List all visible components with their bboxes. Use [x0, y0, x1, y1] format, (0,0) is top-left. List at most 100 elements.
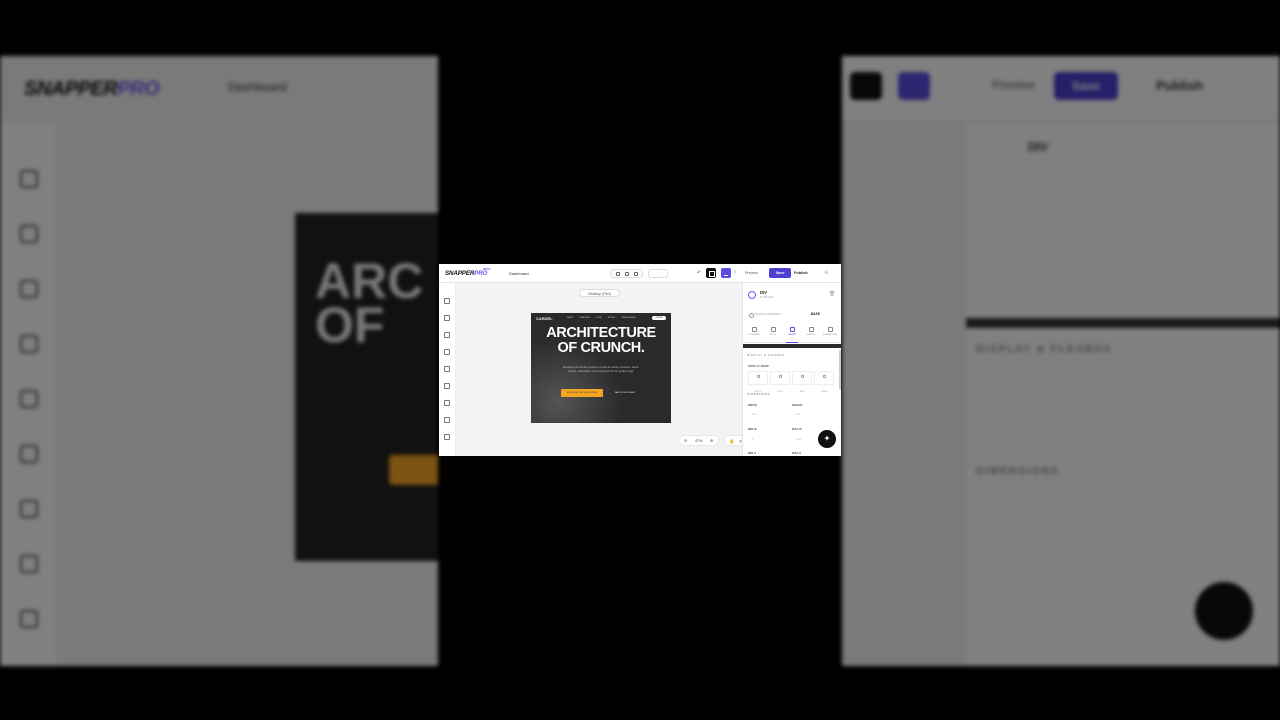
settings-icon	[20, 610, 38, 628]
max-w-label: MAX W	[792, 427, 802, 431]
app-logo[interactable]: SNAPPERPRO BETA	[445, 267, 491, 277]
backdrop-section-dimensions: DIMENSIONS	[976, 466, 1060, 477]
text-icon[interactable]	[444, 332, 450, 338]
tab-interactions[interactable]: INTERACTIONS	[822, 323, 838, 343]
upload-icon	[20, 500, 38, 518]
layout-icon[interactable]	[444, 298, 450, 304]
cube-icon[interactable]	[444, 383, 450, 389]
desktop-icon[interactable]	[616, 272, 620, 276]
hand-icon[interactable]: ✋	[729, 436, 735, 447]
shapes-icon[interactable]	[444, 366, 450, 372]
settings-icon[interactable]	[444, 434, 450, 440]
magic-wand-icon[interactable]	[444, 315, 450, 321]
backdrop-left: SNAPPERPRO Dashboard ARC OF	[0, 56, 438, 666]
undo-icon[interactable]: ↶	[695, 268, 703, 278]
gear-icon[interactable]: ⚙	[824, 268, 832, 278]
backdrop-right: Preview Save Publish DIV DISPLAY & FLEXB…	[842, 56, 1280, 666]
code-button[interactable]	[706, 268, 716, 278]
page-icon[interactable]	[444, 349, 450, 355]
tab-typography[interactable]: TYPOGRAPHY	[746, 323, 762, 343]
backdrop-download-button	[898, 72, 930, 100]
shapes-icon	[20, 390, 38, 408]
site-nav-pill: ORDER	[652, 316, 666, 320]
max-h-label: MAX H	[792, 451, 802, 455]
backdrop-logo-main: SNAPPER	[24, 78, 118, 100]
preview-button[interactable]: Preview	[745, 268, 767, 278]
display-flex-option[interactable]: FLEX	[770, 371, 790, 393]
backdrop-publish: Publish	[1156, 78, 1203, 93]
tab-effects[interactable]: EFFECTS	[803, 323, 819, 343]
backdrop-sparkle-button	[1195, 582, 1253, 640]
display-mode-options: BLOCK FLEX GRID NONE	[748, 371, 836, 393]
magic-icon	[20, 225, 38, 243]
canvas-area[interactable]: Desktop (Flex) CARDEL SHOP FLAVORS OUR S…	[456, 283, 748, 456]
logo-accent: PRO	[474, 270, 488, 277]
publish-button[interactable]: Publish	[794, 268, 821, 278]
height-input[interactable]: auto	[796, 413, 801, 416]
min-w-label: MIN W	[748, 427, 757, 431]
zoom-in-icon[interactable]: ⊕	[710, 436, 713, 447]
display-none-option[interactable]: NONE	[814, 371, 834, 393]
typography-icon	[751, 327, 757, 332]
width-input[interactable]: auto	[752, 413, 757, 416]
hero-subtitle[interactable]: Elevating the humble pretzel to a work o…	[559, 366, 643, 373]
grid-icon	[800, 374, 804, 378]
cube-icon	[20, 445, 38, 463]
top-toolbar: SNAPPERPRO BETA Dashboard ↶ ☾ Preview Sa…	[439, 264, 841, 283]
text-icon	[20, 280, 38, 298]
display-grid-option[interactable]: GRID	[792, 371, 812, 393]
min-h-label: MIN H	[748, 451, 756, 455]
hero-cta-primary[interactable]: EXPLORE THE COLLECTION	[561, 389, 603, 397]
tablet-icon[interactable]	[625, 272, 629, 276]
tab-style-label: STYLE	[770, 334, 776, 336]
tab-style[interactable]: STYLE	[765, 323, 781, 343]
properties-panel: DIV id: 887c3d1 🗑 Search properties... B…	[742, 283, 841, 456]
site-preview[interactable]: CARDEL SHOP FLAVORS OUR STORY WHOLESALE …	[531, 313, 671, 423]
backdrop-toolbar: Preview Save Publish	[842, 56, 1280, 122]
tab-effects-label: EFFECTS	[806, 334, 816, 336]
zoom-out-icon[interactable]: ⊖	[684, 436, 687, 447]
cursor-icon[interactable]	[444, 417, 450, 423]
style-icon	[770, 327, 776, 332]
display-grid-label: GRID	[799, 390, 805, 393]
zoom-value: 47%	[695, 439, 703, 443]
interactions-icon	[827, 327, 833, 332]
dark-mode-icon[interactable]: ☾	[734, 268, 742, 278]
mobile-icon[interactable]	[634, 272, 638, 276]
breakpoint-pill[interactable]	[648, 269, 668, 278]
hero-title-line2: OF CRUNCH.	[557, 339, 645, 356]
page-icon	[20, 335, 38, 353]
breakpoint-select[interactable]: BASE	[805, 310, 837, 319]
width-label: WIDTH	[748, 403, 758, 407]
tab-layout[interactable]: LAYOUT	[784, 323, 800, 343]
display-block-option[interactable]: BLOCK	[748, 371, 768, 393]
max-w-input[interactable]: none	[796, 438, 802, 441]
save-button[interactable]: Save	[769, 268, 791, 278]
viewport-chip[interactable]: Desktop (Flex)	[579, 289, 620, 297]
backdrop-section-display: DISPLAY & FLEXBOX	[976, 344, 1113, 355]
min-w-input[interactable]: 0	[752, 438, 753, 441]
backdrop-save: Save	[1054, 72, 1118, 100]
download-button[interactable]	[721, 268, 731, 278]
backdrop-dashboard-link: Dashboard	[228, 80, 287, 94]
block-icon	[756, 374, 760, 378]
ai-sparkle-button[interactable]: ✦	[818, 430, 836, 448]
panel-scrollbar[interactable]	[839, 350, 841, 390]
dashboard-link[interactable]: Dashboard	[509, 271, 529, 276]
flex-icon	[778, 374, 782, 378]
hero-title[interactable]: ARCHITECTURE OF CRUNCH.	[531, 326, 671, 355]
upload-icon[interactable]	[444, 400, 450, 406]
property-tabs: TYPOGRAPHY STYLE LAYOUT EFFECTS INTERACT…	[743, 323, 841, 343]
backdrop-dark-bar	[966, 318, 1280, 328]
tab-typography-label: TYPOGRAPHY	[747, 334, 761, 336]
backdrop-logo-accent: PRO	[117, 78, 160, 100]
beta-badge: BETA	[483, 267, 491, 271]
device-switcher[interactable]	[610, 269, 643, 278]
panel-divider	[743, 344, 841, 348]
site-nav-links: SHOP FLAVORS OUR STORY WHOLESALE	[567, 317, 636, 319]
zoom-control: ⊖ 47% ⊕	[679, 435, 719, 446]
delete-icon[interactable]: 🗑	[829, 291, 835, 297]
property-search-input[interactable]: Search properties...	[747, 310, 805, 319]
hero-cta-secondary[interactable]: WATCH THE CRAFT	[613, 389, 637, 397]
site-nav: CARDEL SHOP FLAVORS OUR STORY WHOLESALE …	[531, 313, 671, 323]
